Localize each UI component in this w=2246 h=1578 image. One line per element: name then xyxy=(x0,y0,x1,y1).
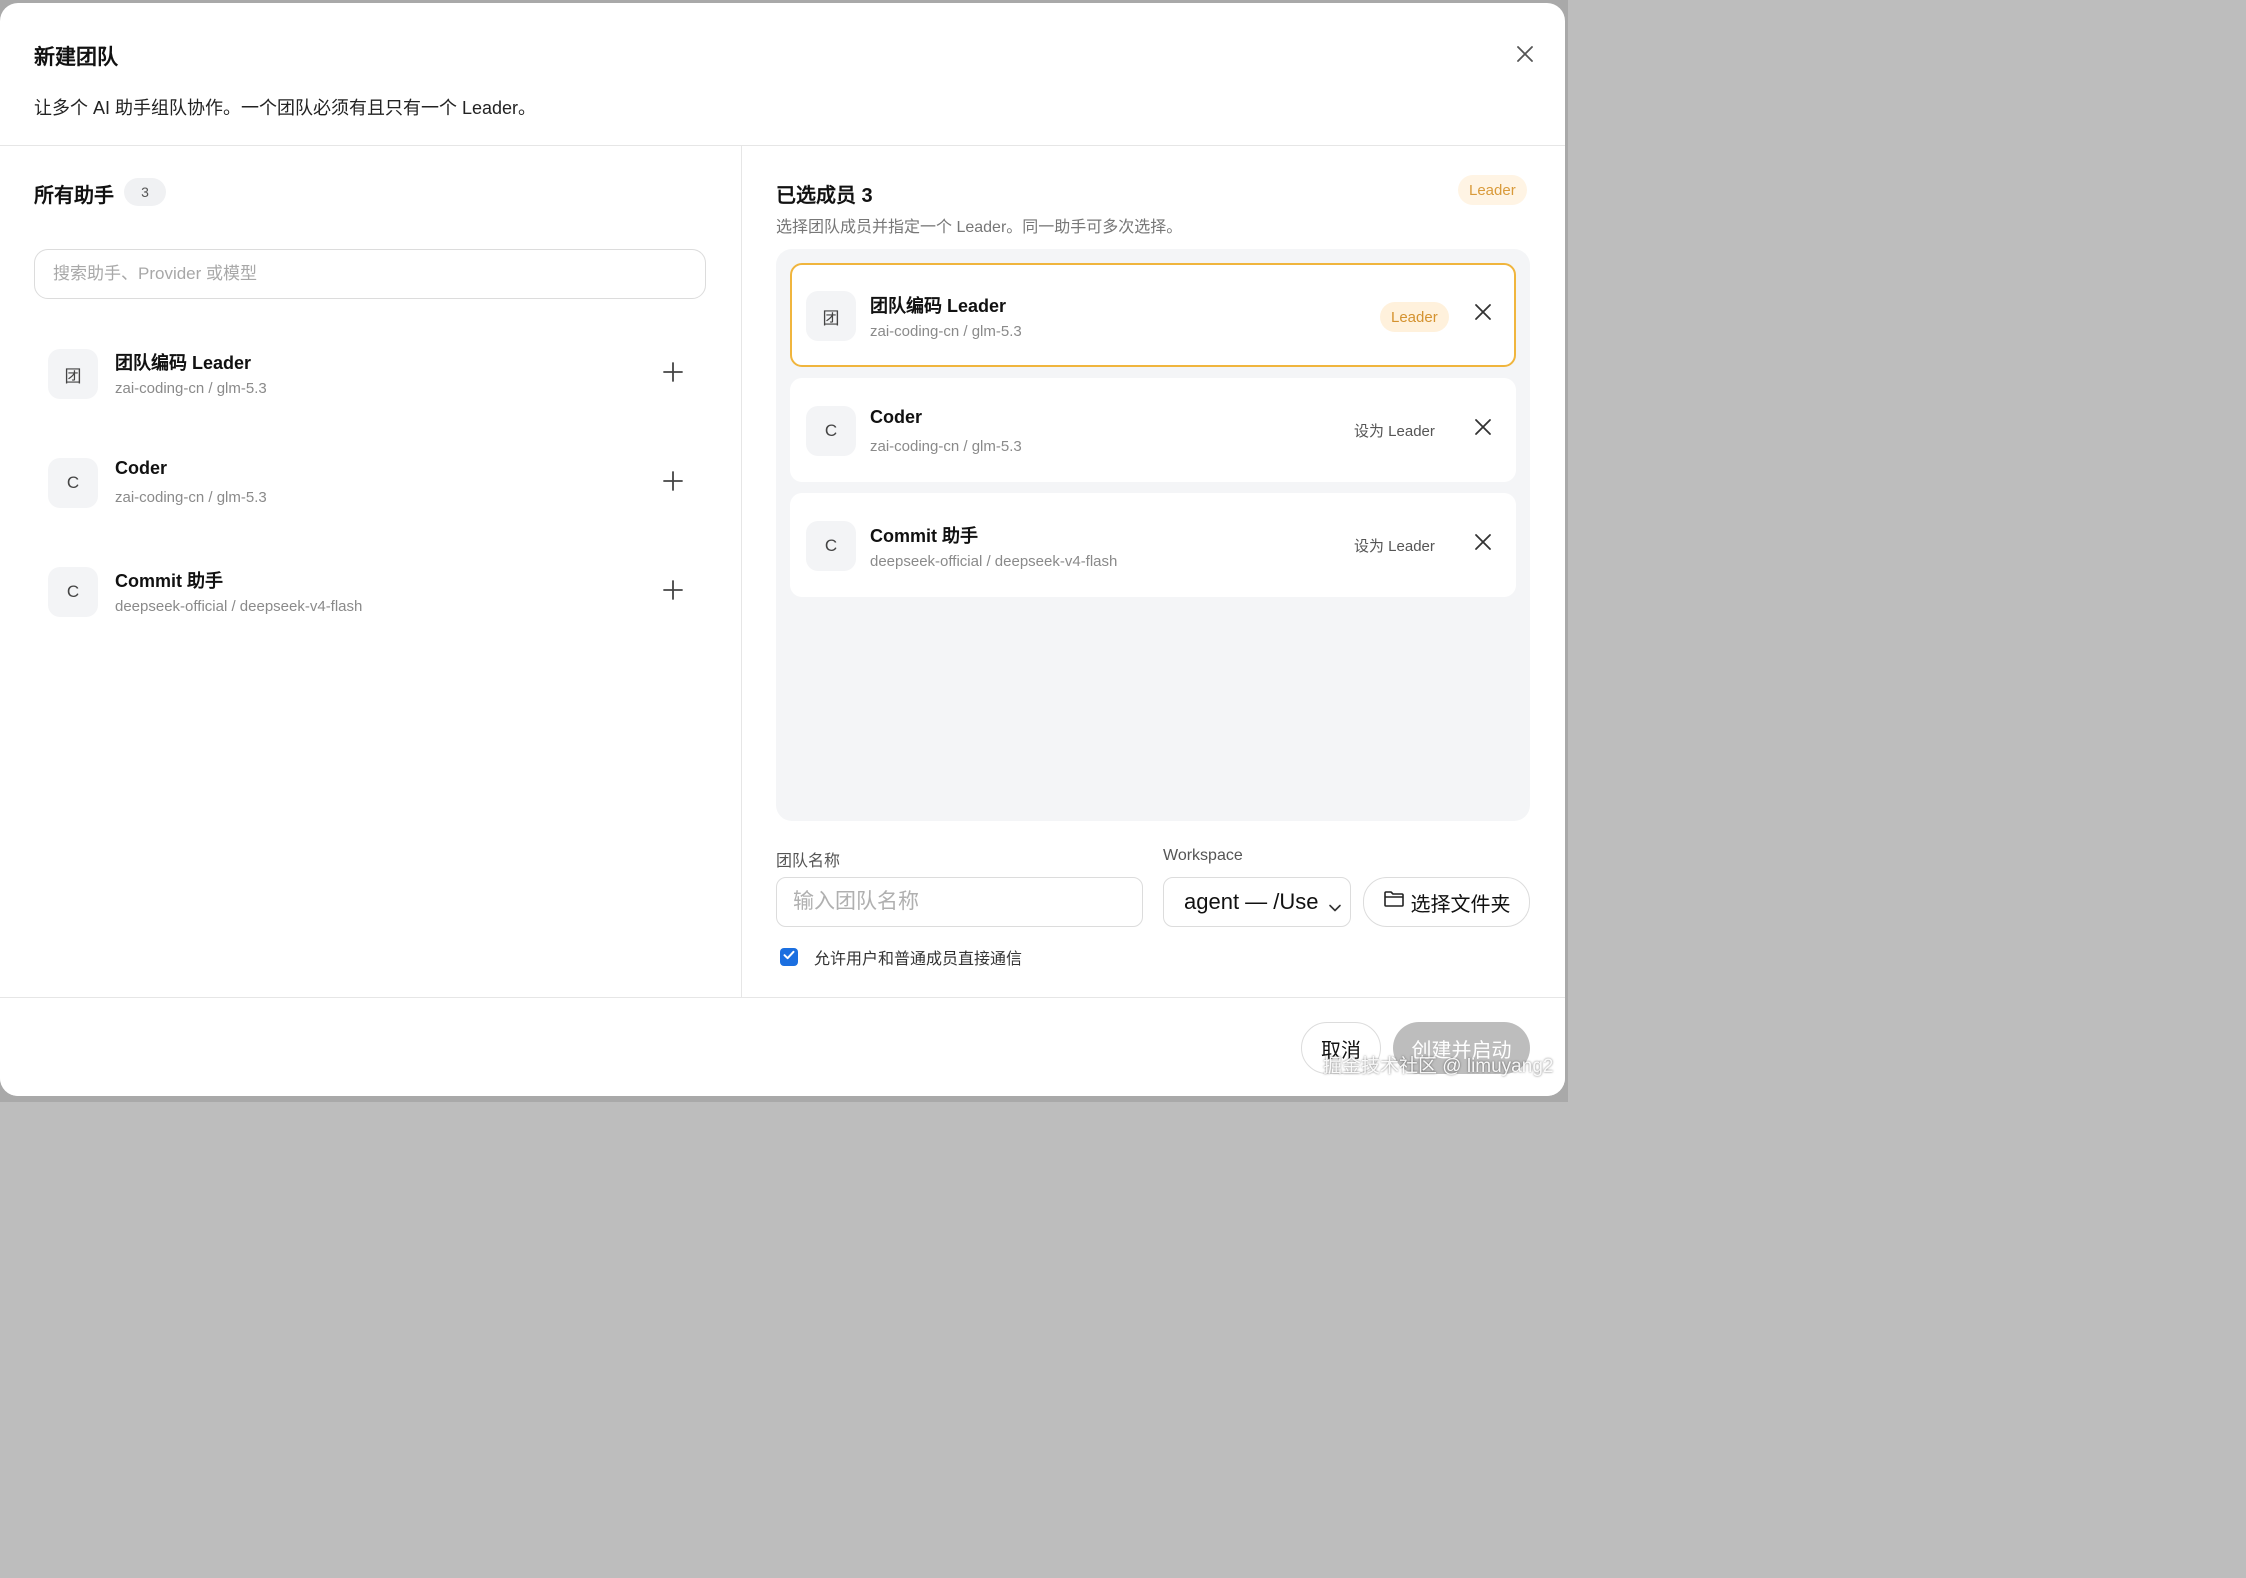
allow-direct-comm-label: 允许用户和普通成员直接通信 xyxy=(814,951,1023,968)
add-assistant-button[interactable] xyxy=(656,357,690,391)
x-icon xyxy=(1473,417,1493,442)
assistant-name: Coder xyxy=(115,458,168,478)
assistant-row-coder: C Coder zai-coding-cn / glm-5.3 xyxy=(34,438,706,528)
member-model: deepseek-official / deepseek-v4-flash xyxy=(870,553,1118,570)
choose-folder-button[interactable]: 选择文件夹 xyxy=(1363,877,1530,927)
members-list: 团 团队编码 Leader zai-coding-cn / glm-5.3 Le… xyxy=(776,249,1530,821)
selected-members-title: 已选成员 3 xyxy=(776,185,873,207)
all-assistants-title: 所有助手 xyxy=(34,185,114,207)
dialog-description: 让多个 AI 助手组队协作。一个团队必须有且只有一个 Leader。 xyxy=(34,98,537,118)
assistant-model: zai-coding-cn / glm-5.3 xyxy=(115,380,267,397)
selected-members-description: 选择团队成员并指定一个 Leader。同一助手可多次选择。 xyxy=(776,219,1183,236)
dialog-header: 新建团队 让多个 AI 助手组队协作。一个团队必须有且只有一个 Leader。 xyxy=(0,3,1565,146)
allow-direct-comm-checkbox[interactable] xyxy=(780,948,798,966)
add-assistant-button[interactable] xyxy=(656,466,690,500)
team-name-label: 团队名称 xyxy=(776,853,841,870)
workspace-select[interactable]: agent — /Use xyxy=(1163,877,1351,927)
dialog-footer: 取消 创建并启动 xyxy=(0,997,1565,1096)
workspace-label: Workspace xyxy=(1163,847,1243,864)
set-leader-button[interactable]: 设为 Leader xyxy=(1354,535,1435,556)
assistant-search-input[interactable] xyxy=(34,249,706,299)
plus-icon xyxy=(662,361,684,388)
assistant-name: 团队编码 Leader xyxy=(115,353,252,373)
leader-badge: Leader xyxy=(1380,302,1449,332)
workspace-value: agent — /Use xyxy=(1184,889,1319,914)
check-icon xyxy=(782,948,796,967)
avatar: C xyxy=(48,458,98,508)
close-button[interactable] xyxy=(1510,41,1540,71)
member-card-commit: C Commit 助手 deepseek-official / deepseek… xyxy=(790,493,1516,597)
assistant-row-commit: C Commit 助手 deepseek-official / deepseek… xyxy=(34,547,706,637)
chevron-down-icon xyxy=(1328,895,1342,921)
member-name: Coder xyxy=(870,407,923,427)
member-model: zai-coding-cn / glm-5.3 xyxy=(870,323,1022,340)
plus-icon xyxy=(662,470,684,497)
plus-icon xyxy=(662,579,684,606)
x-icon xyxy=(1473,532,1493,557)
folder-icon xyxy=(1383,889,1405,915)
member-name: Commit 助手 xyxy=(870,526,978,546)
member-model: zai-coding-cn / glm-5.3 xyxy=(870,438,1022,455)
remove-member-button[interactable] xyxy=(1468,414,1498,444)
watermark: 掘金技术社区 @ limuyang2 xyxy=(1323,1056,1554,1077)
avatar: C xyxy=(48,567,98,617)
assistant-model: deepseek-official / deepseek-v4-flash xyxy=(115,598,363,615)
new-team-dialog: 新建团队 让多个 AI 助手组队协作。一个团队必须有且只有一个 Leader。 … xyxy=(0,3,1565,1096)
allow-direct-comm-row: 允许用户和普通成员直接通信 xyxy=(780,945,1022,969)
member-name: 团队编码 Leader xyxy=(870,296,1007,316)
assistant-name: Commit 助手 xyxy=(115,571,223,591)
assistant-count-badge: 3 xyxy=(124,178,166,206)
member-card-leader: 团 团队编码 Leader zai-coding-cn / glm-5.3 Le… xyxy=(790,263,1516,367)
remove-member-button[interactable] xyxy=(1468,299,1498,329)
team-name-input[interactable] xyxy=(776,877,1143,927)
selected-members-panel: 已选成员 3 Leader 选择团队成员并指定一个 Leader。同一助手可多次… xyxy=(742,145,1565,997)
avatar: C xyxy=(806,521,856,571)
dialog-title: 新建团队 xyxy=(34,46,118,69)
close-icon xyxy=(1515,44,1535,69)
set-leader-button[interactable]: 设为 Leader xyxy=(1354,420,1435,441)
avatar: 团 xyxy=(806,291,856,341)
member-card-coder: C Coder zai-coding-cn / glm-5.3 设为 Leade… xyxy=(790,378,1516,482)
assistant-model: zai-coding-cn / glm-5.3 xyxy=(115,489,267,506)
leader-legend-badge: Leader xyxy=(1458,175,1527,205)
choose-folder-label: 选择文件夹 xyxy=(1410,893,1511,916)
remove-member-button[interactable] xyxy=(1468,529,1498,559)
avatar: 团 xyxy=(48,349,98,399)
all-assistants-panel: 所有助手 3 团 团队编码 Leader zai-coding-cn / glm… xyxy=(0,145,742,997)
add-assistant-button[interactable] xyxy=(656,575,690,609)
x-icon xyxy=(1473,302,1493,327)
avatar: C xyxy=(806,406,856,456)
assistant-row-team-leader: 团 团队编码 Leader zai-coding-cn / glm-5.3 xyxy=(34,329,706,419)
